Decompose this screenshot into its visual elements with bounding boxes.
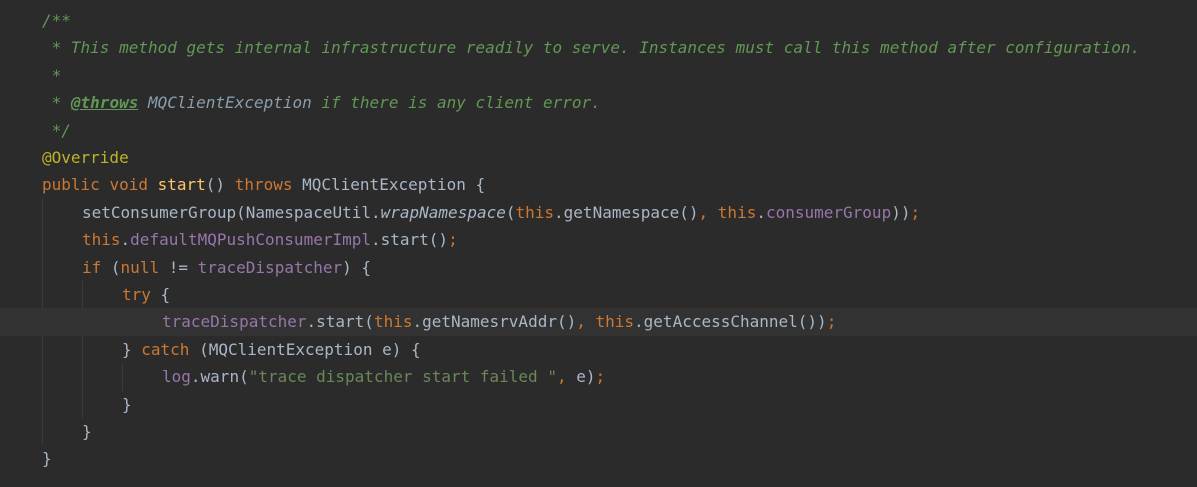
code-line-content: this.defaultMQPushConsumerImpl.start(); [82,226,458,253]
code-line-content: * @throws MQClientException if there is … [42,89,601,116]
code-token: } [122,394,132,414]
code-line-content: setConsumerGroup(NamespaceUtil.wrapNames… [82,199,920,226]
code-line-content: log.warn("trace dispatcher start failed … [162,363,605,390]
code-token: @Override [42,148,129,167]
code-line-content: if (null != traceDispatcher) { [82,254,371,281]
code-editor[interactable]: /** * This method gets internal infrastr… [0,0,1197,487]
code-line[interactable]: @Override [0,144,1197,171]
code-line[interactable]: traceDispatcher.start(this.getNamesrvAdd… [0,308,1197,336]
code-token: null [120,257,169,277]
code-line-content: } catch (MQClientException e) { [122,336,421,363]
code-token: start [157,175,206,195]
code-line[interactable]: } [0,445,1197,472]
code-token: ; [826,312,837,332]
code-token: .getNamesrvAddr() [412,312,577,332]
code-token: .getAccessChannel()) [634,312,827,332]
code-token: )) [891,202,911,222]
code-token: ( [110,257,121,277]
code-token: try [122,285,161,304]
code-token: (MQClientException e) { [199,339,421,359]
code-line-content: try { [122,281,170,308]
code-token: catch [141,339,200,359]
code-token: ; [448,230,458,250]
code-token: ; [910,202,921,222]
code-token: wrapNamespace [380,202,506,222]
code-token: . [120,230,131,250]
code-token: "trace dispatcher start failed " [248,367,557,387]
code-token: .start( [306,312,374,332]
code-token: , [698,202,718,222]
code-token: * This method gets internal infrastructu… [42,38,1141,58]
code-line-content: * This method gets internal infrastructu… [42,34,1141,61]
code-token: log [162,367,191,387]
code-line-content: } [82,418,92,445]
code-line-content: traceDispatcher.start(this.getNamesrvAdd… [162,308,836,335]
code-line[interactable]: try { [0,281,1197,308]
code-token: ( [505,202,516,222]
code-token: /** [42,11,71,30]
code-line-content: * [42,62,62,89]
code-token: , [556,367,577,387]
code-line[interactable]: } [0,391,1197,418]
code-line[interactable]: public void start() throws MQClientExcep… [0,171,1197,198]
code-token: ; [595,367,606,387]
code-line-content: /** [42,7,71,34]
code-token: e) [576,367,596,387]
code-line[interactable]: * This method gets internal infrastructu… [0,34,1197,61]
code-token: , [576,312,596,332]
code-token: public [42,175,110,195]
code-line[interactable]: this.defaultMQPushConsumerImpl.start(); [0,226,1197,253]
code-line[interactable]: /** [0,7,1197,34]
code-token: ) { [342,257,372,277]
code-line[interactable]: * @throws MQClientException if there is … [0,89,1197,116]
code-line-content: } [122,391,132,418]
code-token: } [82,422,92,441]
code-token: this [595,312,635,332]
code-token: () [205,175,235,195]
code-line[interactable]: } [0,418,1197,445]
code-token: this [373,312,413,332]
code-token: .getNamespace() [554,202,699,222]
code-line-content: @Override [42,144,129,171]
code-token: } [42,449,52,469]
code-token: MQClientException [147,93,312,113]
code-token: void [109,175,158,195]
code-line[interactable]: setConsumerGroup(NamespaceUtil.wrapNames… [0,199,1197,226]
code-token: * [42,93,71,113]
code-token: .warn( [190,367,249,387]
code-token: . [756,202,766,222]
code-line[interactable]: if (null != traceDispatcher) { [0,254,1197,281]
code-token: traceDispatcher [162,312,307,332]
code-token: .start() [371,230,449,250]
code-token: this [717,202,757,222]
code-token: this [82,230,121,250]
code-line[interactable]: log.warn("trace dispatcher start failed … [0,363,1197,390]
code-token: MQClientException { [302,175,486,195]
code-line[interactable]: * [0,62,1197,89]
code-line-content: } [42,445,52,472]
code-token: if there is any client error. [311,93,601,113]
code-token: { [160,285,171,304]
code-line-content: public void start() throws MQClientExcep… [42,171,485,198]
code-token: this [515,202,555,222]
code-token: throws [234,175,303,195]
code-token: */ [42,120,71,140]
code-token: traceDispatcher [197,257,343,277]
code-line-content: */ [42,117,71,144]
code-token: if [82,257,111,277]
code-token: defaultMQPushConsumerImpl [130,230,371,250]
code-line[interactable]: } catch (MQClientException e) { [0,336,1197,363]
code-token: } [122,339,142,359]
code-line[interactable]: */ [0,117,1197,144]
code-token: != [168,257,198,277]
code-token: @throws [70,93,139,113]
code-token: * [42,65,62,85]
code-token: setConsumerGroup(NamespaceUtil. [82,202,381,222]
code-token: consumerGroup [765,202,892,222]
